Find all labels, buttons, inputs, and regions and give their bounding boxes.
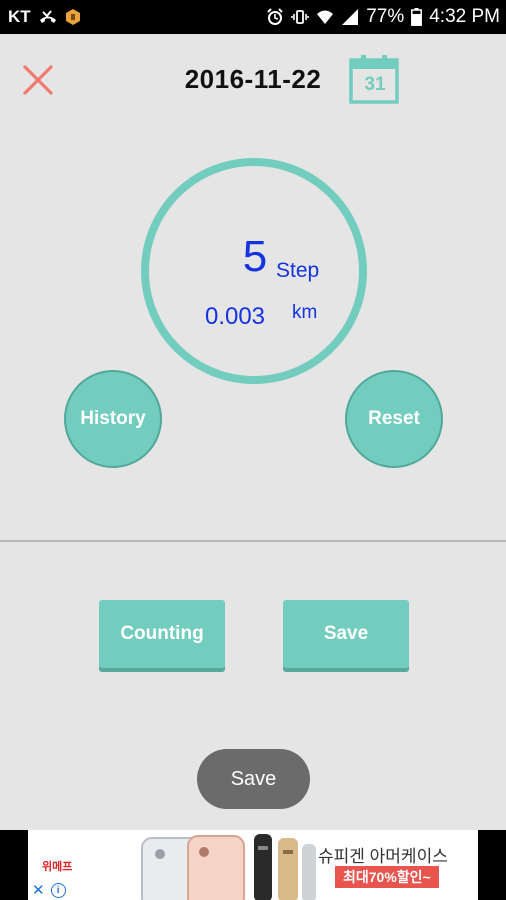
ad-info-icon[interactable]: i (50, 882, 66, 898)
ad-promo: 최대70%할인~ (335, 866, 439, 888)
calendar-day: 31 (364, 74, 386, 95)
carrier-label: KT (8, 7, 31, 26)
phone-cases-image (141, 834, 316, 900)
missed-call-icon (38, 9, 58, 25)
save-toast: Save (197, 749, 310, 809)
clock: 4:32 PM (429, 6, 500, 27)
vibrate-icon (291, 8, 310, 26)
ad-banner[interactable]: 위메프 슈피겐 아머케이스 최대70%할인~ (0, 830, 506, 900)
reset-button[interactable]: Reset (345, 370, 443, 468)
battery-icon (411, 8, 423, 26)
battery-percent: 77% (366, 6, 405, 27)
calendar-button[interactable]: 31 (348, 54, 402, 104)
distance-value: 0.003 (204, 303, 266, 330)
ad-brand: 위메프 (42, 861, 73, 873)
distance-unit: km (292, 302, 318, 323)
ad-title: 슈피겐 아머케이스 (318, 847, 448, 866)
signal-icon (341, 8, 359, 26)
history-button[interactable]: History (64, 370, 162, 468)
status-bar: KT 77% 4:32 PM (0, 0, 506, 34)
divider (0, 540, 506, 542)
ad-close-icon[interactable]: ✕ (32, 881, 45, 899)
selected-date: 2016-11-22 (184, 64, 322, 94)
wifi-icon (316, 8, 334, 26)
ad-content[interactable]: 위메프 슈피겐 아머케이스 최대70%할인~ (28, 830, 478, 900)
alarm-icon (266, 8, 284, 26)
save-button[interactable]: Save (283, 600, 409, 668)
status-right: 77% 4:32 PM (266, 6, 500, 28)
status-left: KT (8, 7, 81, 27)
app-notification-icon (65, 8, 81, 26)
counting-button[interactable]: Counting (99, 600, 225, 668)
ad-choices[interactable]: ✕ i (28, 880, 74, 900)
step-count: 5 (242, 232, 268, 281)
step-unit: Step (276, 259, 320, 282)
